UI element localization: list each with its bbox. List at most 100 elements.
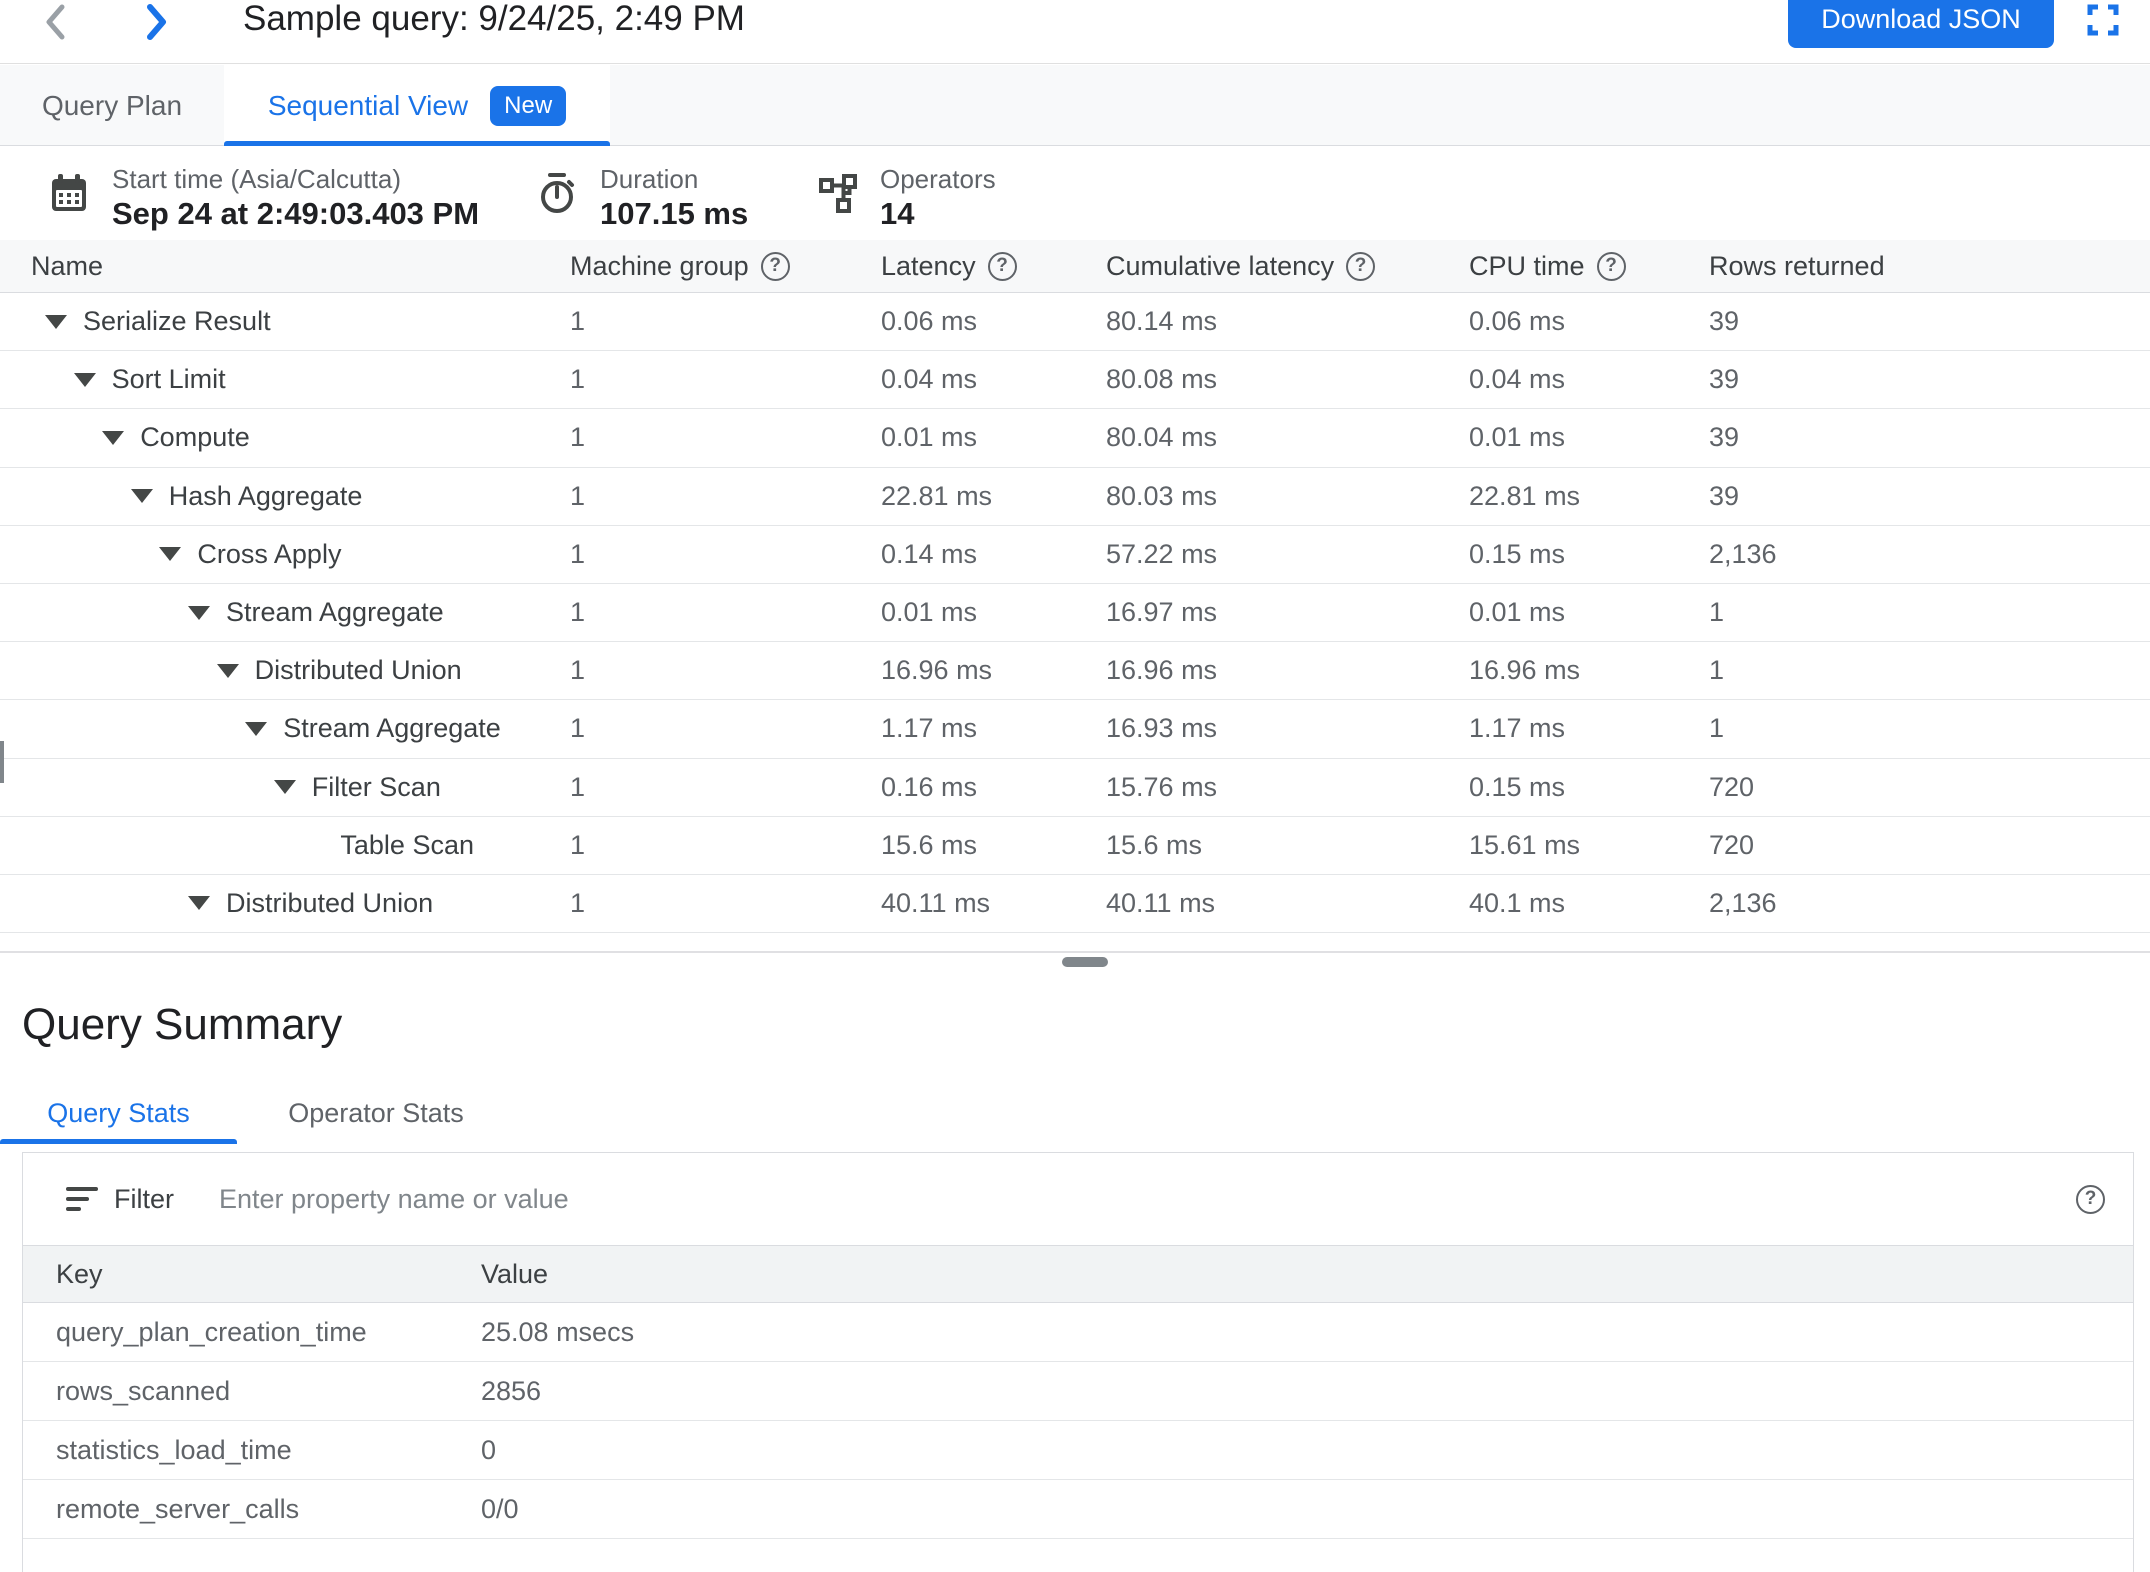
cell-cumulative-latency: 80.08 ms <box>1106 364 1469 395</box>
cell-rows-returned: 1 <box>1709 655 2150 686</box>
plan-table-row[interactable]: Compute10.01 ms80.04 ms0.01 ms39 <box>0 409 2150 467</box>
filter-input[interactable] <box>219 1184 2056 1215</box>
collapse-triangle-icon[interactable] <box>159 547 181 561</box>
kv-table-row[interactable]: remote_server_calls0/0 <box>23 1480 2133 1539</box>
kv-key: statistics_load_time <box>56 1435 481 1466</box>
panel-divider <box>0 951 2150 953</box>
cell-latency: 1.17 ms <box>881 713 1106 744</box>
collapse-triangle-icon[interactable] <box>245 722 267 736</box>
plan-table-row[interactable]: Table Scan115.6 ms15.6 ms15.61 ms720 <box>0 817 2150 875</box>
cell-rows-returned: 720 <box>1709 830 2150 861</box>
plan-table-row[interactable]: Distributed Union140.11 ms40.11 ms40.1 m… <box>0 875 2150 933</box>
kv-value: 0/0 <box>481 1494 2133 1525</box>
cell-latency: 0.16 ms <box>881 772 1106 803</box>
kv-table-row[interactable]: query_plan_creation_time25.08 msecs <box>23 1303 2133 1362</box>
tab-query-plan[interactable]: Query Plan <box>0 65 224 146</box>
cell-rows-returned: 39 <box>1709 481 2150 512</box>
collapse-triangle-icon[interactable] <box>217 664 239 678</box>
cell-cpu-time: 0.06 ms <box>1469 306 1709 337</box>
download-json-button[interactable]: Download JSON <box>1788 0 2054 48</box>
help-icon[interactable]: ? <box>2076 1185 2105 1214</box>
plan-table-row[interactable]: Filter Scan10.16 ms15.76 ms0.15 ms720 <box>0 759 2150 817</box>
plan-table-row[interactable]: Cross Apply10.14 ms57.22 ms0.15 ms2,136 <box>0 526 2150 584</box>
plan-table-row[interactable]: Hash Aggregate122.81 ms80.03 ms22.81 ms3… <box>0 468 2150 526</box>
tab-operator-stats[interactable]: Operator Stats <box>237 1083 515 1143</box>
collapse-triangle-icon[interactable] <box>188 606 210 620</box>
operator-name: Hash Aggregate <box>169 481 363 512</box>
collapse-triangle-icon[interactable] <box>74 373 96 387</box>
kv-table-row[interactable]: statistics_load_time0 <box>23 1421 2133 1480</box>
operator-name: Stream Aggregate <box>226 597 444 628</box>
tab-sequential-view[interactable]: Sequential View New <box>224 65 610 146</box>
cell-machine-group: 1 <box>570 772 881 803</box>
column-header-rows-returned: Rows returned <box>1709 251 2150 282</box>
operator-name: Sort Limit <box>112 364 226 395</box>
plan-table-row[interactable]: Sort Limit10.04 ms80.08 ms0.04 ms39 <box>0 351 2150 409</box>
panel-resize-handle[interactable] <box>1062 957 1108 967</box>
forward-chevron-icon[interactable] <box>142 2 172 42</box>
operator-name-cell: Distributed Union <box>0 888 570 919</box>
operator-name: Distributed Union <box>226 888 433 919</box>
operators-tree-icon <box>818 172 858 216</box>
kv-key: rows_scanned <box>56 1376 481 1407</box>
kv-table-row[interactable]: rows_scanned2856 <box>23 1362 2133 1421</box>
help-icon[interactable]: ? <box>1346 252 1375 281</box>
cell-cumulative-latency: 80.14 ms <box>1106 306 1469 337</box>
cell-cumulative-latency: 80.04 ms <box>1106 422 1469 453</box>
operators-value: 14 <box>880 194 996 234</box>
kv-table-header: Key Value <box>23 1245 2133 1303</box>
collapse-triangle-icon[interactable] <box>45 315 67 329</box>
cell-cpu-time: 15.61 ms <box>1469 830 1709 861</box>
fullscreen-icon[interactable] <box>2085 2 2121 38</box>
cell-cpu-time: 0.01 ms <box>1469 422 1709 453</box>
help-icon[interactable]: ? <box>761 252 790 281</box>
operator-name-cell: Sort Limit <box>0 364 570 395</box>
cell-cumulative-latency: 15.6 ms <box>1106 830 1469 861</box>
cell-cpu-time: 0.15 ms <box>1469 539 1709 570</box>
collapse-triangle-icon[interactable] <box>131 489 153 503</box>
operators-block: Operators 14 <box>818 164 996 234</box>
plan-table-row[interactable]: Serialize Result10.06 ms80.14 ms0.06 ms3… <box>0 293 2150 351</box>
collapse-triangle-icon[interactable] <box>274 780 296 794</box>
plan-table-row[interactable]: Distributed Union116.96 ms16.96 ms16.96 … <box>0 642 2150 700</box>
cell-machine-group: 1 <box>570 888 881 919</box>
back-chevron-icon[interactable] <box>40 2 70 42</box>
cell-machine-group: 1 <box>570 655 881 686</box>
cell-cumulative-latency: 57.22 ms <box>1106 539 1469 570</box>
scrollbar-thumb[interactable] <box>0 741 4 783</box>
plan-table-header: Name Machine group ? Latency ? Cumulativ… <box>0 240 2150 293</box>
kv-value: 25.08 msecs <box>481 1317 2133 1348</box>
help-icon[interactable]: ? <box>988 252 1017 281</box>
operator-name-cell: Compute <box>0 422 570 453</box>
tab-query-stats[interactable]: Query Stats <box>0 1083 237 1143</box>
top-bar: Sample query: 9/24/25, 2:49 PM Download … <box>0 0 2150 64</box>
column-header-machine-group: Machine group ? <box>570 251 881 282</box>
new-badge: New <box>490 86 566 126</box>
cell-machine-group: 1 <box>570 306 881 337</box>
cell-cpu-time: 0.15 ms <box>1469 772 1709 803</box>
operator-name: Compute <box>140 422 250 453</box>
help-icon[interactable]: ? <box>1597 252 1626 281</box>
cell-cumulative-latency: 15.76 ms <box>1106 772 1469 803</box>
query-info-row: Start time (Asia/Calcutta) Sep 24 at 2:4… <box>0 146 2150 240</box>
kv-value: 0 <box>481 1435 2133 1466</box>
filter-label: Filter <box>114 1184 174 1215</box>
start-time-block: Start time (Asia/Calcutta) Sep 24 at 2:4… <box>50 164 479 234</box>
summary-tab-strip: Query Stats Operator Stats <box>0 1083 515 1143</box>
plan-table-row[interactable]: Stream Aggregate11.17 ms16.93 ms1.17 ms1 <box>0 700 2150 758</box>
plan-table-row[interactable]: Stream Aggregate10.01 ms16.97 ms0.01 ms1 <box>0 584 2150 642</box>
cell-rows-returned: 2,136 <box>1709 888 2150 919</box>
operator-name: Table Scan <box>340 830 474 861</box>
cell-machine-group: 1 <box>570 364 881 395</box>
operator-name: Cross Apply <box>197 539 341 570</box>
collapse-triangle-icon[interactable] <box>188 896 210 910</box>
cell-rows-returned: 1 <box>1709 713 2150 744</box>
cell-latency: 16.96 ms <box>881 655 1106 686</box>
cell-cpu-time: 40.1 ms <box>1469 888 1709 919</box>
query-summary-title: Query Summary <box>22 1000 342 1050</box>
cell-cumulative-latency: 40.11 ms <box>1106 888 1469 919</box>
operator-name: Distributed Union <box>255 655 462 686</box>
cell-rows-returned: 2,136 <box>1709 539 2150 570</box>
column-header-value: Value <box>481 1259 2133 1290</box>
collapse-triangle-icon[interactable] <box>102 431 124 445</box>
